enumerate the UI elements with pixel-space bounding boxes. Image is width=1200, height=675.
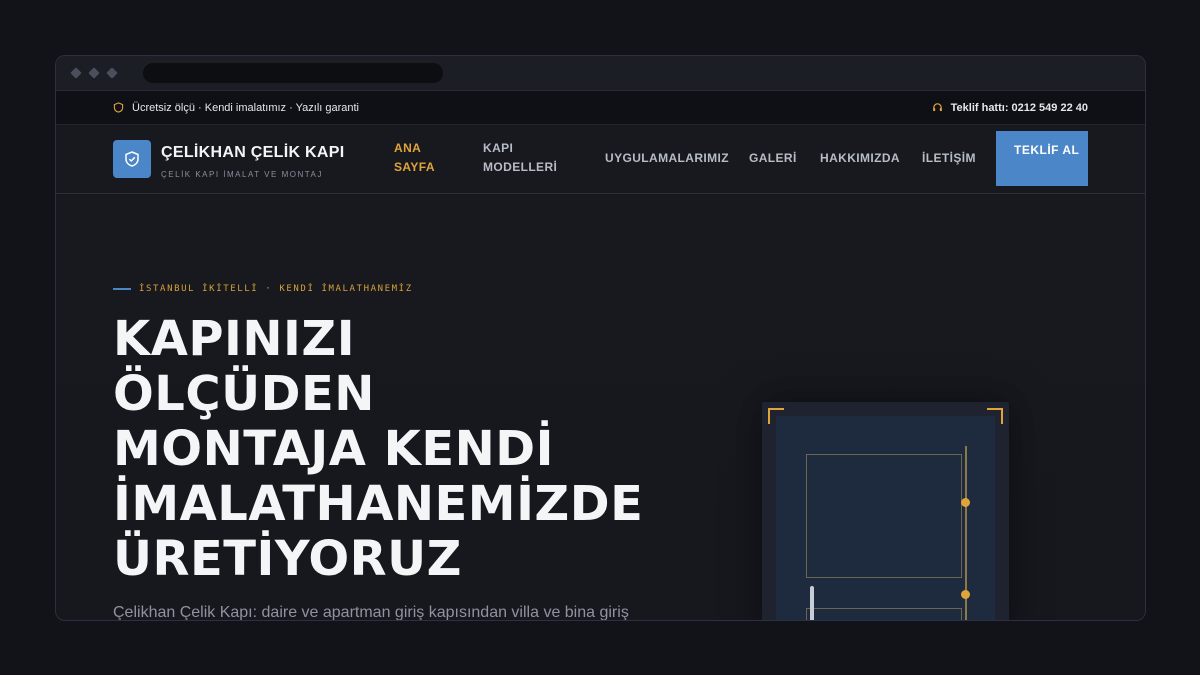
perks: Ücretsiz ölçü · Kendi imalatımız · Yazıl… — [113, 102, 359, 114]
door-panel — [806, 454, 962, 578]
shield-check-icon — [125, 151, 139, 167]
hotline-text[interactable]: Teklif hattı: 0212 549 22 40 — [951, 102, 1088, 114]
top-info-bar: Ücretsiz ölçü · Kendi imalatımız · Yazıl… — [56, 91, 1145, 125]
browser-window: Ücretsiz ölçü · Kendi imalatımız · Yazıl… — [55, 55, 1146, 621]
door-hinge-dot — [961, 590, 970, 599]
window-control-dot[interactable] — [106, 67, 118, 79]
hotline[interactable]: Teklif hattı: 0212 549 22 40 — [932, 102, 1088, 114]
logo[interactable] — [113, 140, 151, 178]
perks-text: Ücretsiz ölçü · Kendi imalatımız · Yazıl… — [132, 101, 360, 114]
hero-eyebrow: İSTANBUL İKİTELLİ · KENDİ İMALATHANEMİZ — [113, 284, 413, 294]
hero-section: İSTANBUL İKİTELLİ · KENDİ İMALATHANEMİZ … — [56, 194, 1145, 621]
teklif-al-button[interactable]: TEKLİF AL — [996, 131, 1088, 186]
nav-item-galeri[interactable]: GALERİ — [749, 149, 797, 168]
brand-name[interactable]: ÇELİKHAN ÇELİK KAPI — [161, 140, 361, 166]
window-control-dot[interactable] — [88, 67, 100, 79]
door-illustration — [762, 402, 1009, 620]
nav-item-uygulamalarimiz[interactable]: UYGULAMALARIMIZ — [605, 149, 729, 168]
window-control-dot[interactable] — [70, 67, 82, 79]
eyebrow-text: İSTANBUL İKİTELLİ · KENDİ İMALATHANEMİZ — [139, 284, 413, 294]
nav-item-iletisim[interactable]: İLETİŞİM — [922, 149, 976, 168]
door-hinge-dot — [961, 498, 970, 507]
hero-headline: KAPINIZI ÖLÇÜDEN MONTAJA KENDİ İMALATHAN… — [113, 311, 644, 587]
headset-icon — [932, 103, 942, 112]
door-handle — [810, 586, 814, 620]
brand-tagline: ÇELİK KAPI İMALAT VE MONTAJ — [161, 169, 323, 179]
shield-icon — [113, 102, 124, 113]
door-panel — [806, 608, 962, 620]
nav-item-kapi-modelleri[interactable]: KAPI MODELLERİ — [483, 139, 573, 177]
eyebrow-line — [113, 288, 131, 290]
main-navigation: ÇELİKHAN ÇELİK KAPI ÇELİK KAPI İMALAT VE… — [56, 125, 1145, 194]
nav-item-ana-sayfa[interactable]: ANA SAYFA — [394, 139, 454, 177]
hero-subtext: Çelikhan Çelik Kapı: daire ve apartman g… — [113, 604, 629, 621]
browser-chrome — [56, 56, 1145, 91]
door — [776, 416, 995, 620]
brand[interactable]: ÇELİKHAN ÇELİK KAPI ÇELİK KAPI İMALAT VE… — [161, 140, 361, 179]
address-bar[interactable] — [143, 63, 443, 83]
nav-item-hakkimizda[interactable]: HAKKIMIZDA — [820, 149, 900, 168]
